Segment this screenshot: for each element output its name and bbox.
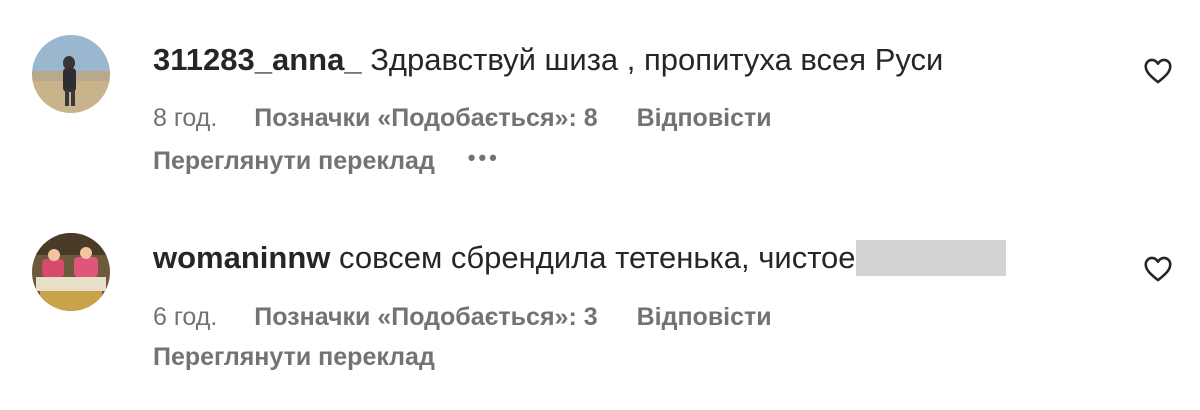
reply-button[interactable]: Відповісти xyxy=(637,104,772,132)
comment-meta: 6 год. Позначки «Подобається»: 3 Відпові… xyxy=(153,302,772,332)
username-link[interactable]: 311283_anna_ xyxy=(153,42,362,77)
username-link[interactable]: womaninnw xyxy=(153,240,330,275)
see-translation-button[interactable]: Переглянути переклад xyxy=(153,343,435,371)
likes-count-button[interactable]: Позначки «Подобається»: 8 xyxy=(254,104,597,132)
translation-row: Переглянути переклад xyxy=(153,342,435,372)
more-options-icon[interactable]: ••• xyxy=(468,143,500,173)
likes-count-button[interactable]: Позначки «Подобається»: 3 xyxy=(254,303,597,331)
avatar-photo xyxy=(32,233,110,311)
redaction-block xyxy=(855,240,1006,276)
heart-outline-icon[interactable] xyxy=(1144,256,1172,282)
avatar[interactable] xyxy=(32,233,110,311)
timestamp[interactable]: 8 год. xyxy=(153,104,217,132)
comment-item: 311283_anna_ Здравствуй шиза , пропитуха… xyxy=(0,0,1200,200)
comment-text: Здравствуй шиза , пропитуха всея Руси xyxy=(370,42,944,77)
comment-meta: 8 год. Позначки «Подобається»: 8 Відпові… xyxy=(153,103,772,133)
avatar[interactable] xyxy=(32,35,110,113)
see-translation-button[interactable]: Переглянути переклад xyxy=(153,147,435,175)
timestamp[interactable]: 6 год. xyxy=(153,303,217,331)
comment-item: womaninnw совсем сбрендила тетенька, чис… xyxy=(0,200,1200,410)
avatar-photo xyxy=(32,35,110,113)
reply-button[interactable]: Відповісти xyxy=(637,303,772,331)
comment-text: совсем сбрендила тетенька, чистое xyxy=(339,240,856,275)
translation-row: Переглянути переклад ••• xyxy=(153,143,500,176)
heart-outline-icon[interactable] xyxy=(1144,58,1172,84)
comment-line: womaninnw совсем сбрендила тетенька, чис… xyxy=(153,240,1006,276)
comment-line: 311283_anna_ Здравствуй шиза , пропитуха… xyxy=(153,42,943,78)
